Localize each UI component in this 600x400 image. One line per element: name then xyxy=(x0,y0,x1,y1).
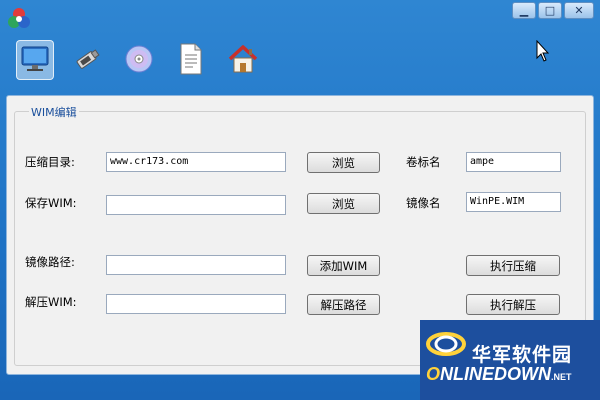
disc-icon xyxy=(124,44,154,77)
compress-dir-input[interactable]: www.cr173.com xyxy=(106,152,286,172)
minimize-button[interactable]: ▁ xyxy=(512,2,536,19)
usb-drive-icon xyxy=(72,45,102,76)
mouse-cursor-icon xyxy=(536,39,550,65)
browse-compress-dir-button[interactable]: 浏览 xyxy=(307,152,380,173)
watermark-en-suffix: .NET xyxy=(551,372,572,382)
save-wim-label: 保存WIM: xyxy=(25,196,77,210)
toolbar-usb-button[interactable] xyxy=(68,40,106,80)
toolbar-disc-button[interactable] xyxy=(120,40,158,80)
group-title: WIM编辑 xyxy=(29,104,79,120)
toolbar-monitor-button[interactable] xyxy=(16,40,54,80)
maximize-button[interactable]: □ xyxy=(538,2,562,19)
image-path-input[interactable] xyxy=(106,255,286,275)
app-logo-icon xyxy=(6,5,32,31)
run-compress-button[interactable]: 执行压缩 xyxy=(466,255,560,276)
window-controls: ▁ □ ✕ xyxy=(512,2,594,19)
volume-name-input[interactable]: ampe xyxy=(466,152,561,172)
image-name-label: 镜像名 xyxy=(406,196,441,210)
image-name-input[interactable]: WinPE.WIM xyxy=(466,192,561,212)
watermark-cn-text: 华军软件园 xyxy=(472,344,573,366)
document-icon xyxy=(178,43,204,78)
watermark-logo-icon xyxy=(426,328,470,361)
extract-path-button[interactable]: 解压路径 xyxy=(307,294,380,315)
image-path-label: 镜像路径: xyxy=(25,255,75,269)
run-extract-button[interactable]: 执行解压 xyxy=(466,294,560,315)
monitor-icon xyxy=(20,45,50,76)
save-wim-input[interactable] xyxy=(106,195,286,215)
extract-wim-input[interactable] xyxy=(106,294,286,314)
compress-dir-label: 压缩目录: xyxy=(25,155,75,169)
toolbar xyxy=(16,40,262,80)
site-watermark: 华军软件园 ONLINEDOWN.NET xyxy=(420,320,600,400)
toolbar-document-button[interactable] xyxy=(172,40,210,80)
volume-name-label: 卷标名 xyxy=(406,155,441,169)
close-button[interactable]: ✕ xyxy=(564,2,594,19)
watermark-en-text: ONLINEDOWN.NET xyxy=(426,364,572,384)
browse-save-wim-button[interactable]: 浏览 xyxy=(307,193,380,214)
add-wim-button[interactable]: 添加WIM xyxy=(307,255,380,276)
extract-wim-label: 解压WIM: xyxy=(25,295,77,309)
watermark-en-main: NLINEDOWN xyxy=(440,364,552,384)
toolbar-home-button[interactable] xyxy=(224,40,262,80)
home-icon xyxy=(227,43,259,78)
